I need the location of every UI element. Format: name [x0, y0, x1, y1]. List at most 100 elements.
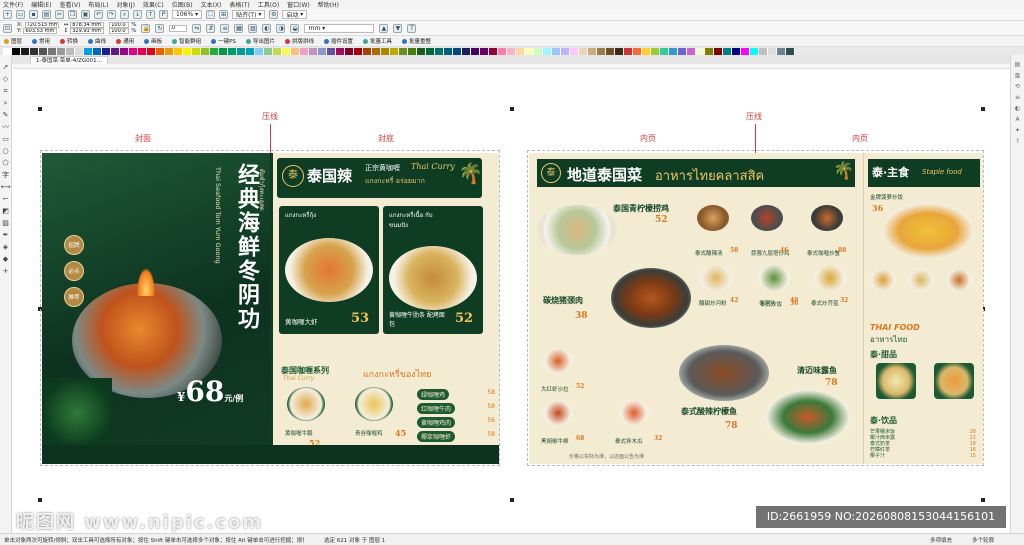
color-swatch[interactable]	[642, 47, 651, 55]
color-swatch[interactable]	[705, 47, 714, 55]
color-swatch[interactable]	[75, 47, 84, 55]
redo-icon[interactable]: ↷	[107, 10, 116, 19]
menu-layout[interactable]: 布局(L)	[88, 0, 108, 9]
transform-docker-icon[interactable]: ⟲	[1015, 83, 1020, 90]
left-spread[interactable]: 经典海鲜冬阴功 Thai Seafood Tom Yum Goong ต้มยำ…	[42, 153, 499, 464]
color-swatch[interactable]	[606, 47, 615, 55]
color-swatch[interactable]	[615, 47, 624, 55]
color-swatch[interactable]	[174, 47, 183, 55]
color-swatch[interactable]	[129, 47, 138, 55]
color-swatch[interactable]	[660, 47, 669, 55]
color-swatch[interactable]	[498, 47, 507, 55]
color-swatch[interactable]	[57, 47, 66, 55]
color-swatch[interactable]	[390, 47, 399, 55]
plugin-artboard[interactable]: 画板	[144, 37, 162, 45]
connector-tool-icon[interactable]: ⌐	[3, 195, 9, 203]
color-swatch[interactable]	[336, 47, 345, 55]
color-swatch[interactable]	[588, 47, 597, 55]
color-swatch[interactable]	[444, 47, 453, 55]
text-tool-icon[interactable]: 字	[2, 171, 9, 179]
menu-effects[interactable]: 效果(C)	[143, 0, 164, 9]
zoom-level-select[interactable]: 106% ▾	[172, 10, 203, 19]
color-swatch[interactable]	[552, 47, 561, 55]
color-swatch[interactable]	[264, 47, 273, 55]
color-swatch[interactable]	[291, 47, 300, 55]
color-swatch[interactable]	[624, 47, 633, 55]
plugin-smart-group[interactable]: 智能群组	[172, 37, 201, 45]
plugin-curve[interactable]: 曲线	[88, 37, 106, 45]
color-swatch[interactable]	[597, 47, 606, 55]
color-swatch[interactable]	[147, 47, 156, 55]
menu-table[interactable]: 表格(T)	[229, 0, 249, 9]
color-swatch[interactable]	[354, 47, 363, 55]
ellipse-tool-icon[interactable]: ○	[2, 147, 8, 155]
color-swatch[interactable]	[714, 47, 723, 55]
height-input[interactable]	[70, 28, 105, 34]
search-icon[interactable]: ⌕	[120, 10, 129, 19]
plugin-imposition[interactable]: 拼版拼线	[284, 37, 314, 45]
group-icon[interactable]: ▦	[234, 23, 244, 33]
plugin-common[interactable]: 常用	[32, 37, 50, 45]
properties-docker-icon[interactable]: ▤	[1015, 61, 1021, 68]
color-swatch[interactable]	[507, 47, 516, 55]
color-swatch[interactable]	[12, 47, 21, 55]
color-swatch[interactable]	[453, 47, 462, 55]
selection-handle-tl[interactable]	[38, 107, 42, 111]
color-swatch[interactable]	[687, 47, 696, 55]
color-swatch[interactable]	[318, 47, 327, 55]
outline-width-select[interactable]: mm ▾	[304, 23, 375, 33]
color-swatch[interactable]	[777, 47, 786, 55]
export-icon[interactable]: ↑	[146, 10, 155, 19]
ungroup-icon[interactable]: ▧	[248, 23, 258, 33]
add-tool-icon[interactable]: +	[3, 267, 9, 275]
color-swatch[interactable]	[525, 47, 534, 55]
color-swatch[interactable]	[480, 47, 489, 55]
color-swatch[interactable]	[723, 47, 732, 55]
color-swatch[interactable]	[768, 47, 777, 55]
publish-pdf-icon[interactable]: P	[159, 10, 168, 19]
full-screen-icon[interactable]: ⛶	[206, 10, 216, 19]
menu-text[interactable]: 文本(X)	[201, 0, 222, 9]
color-swatch[interactable]	[408, 47, 417, 55]
color-swatch[interactable]	[192, 47, 201, 55]
weld-icon[interactable]: ◐	[262, 23, 272, 33]
parallel-dimension-icon[interactable]: ⟷	[0, 183, 10, 191]
rulers-icon[interactable]: ⊞	[219, 10, 229, 19]
color-swatch[interactable]	[102, 47, 111, 55]
crop-tool-icon[interactable]: ⌗	[4, 87, 8, 95]
color-swatch[interactable]	[246, 47, 255, 55]
snap-to-select[interactable]: 贴齐(T) ▾	[232, 10, 266, 19]
selection-handle-bl[interactable]	[38, 498, 42, 502]
color-swatch[interactable]	[30, 47, 39, 55]
paste-icon[interactable]: ▣	[81, 10, 90, 19]
to-front-icon[interactable]: ▲	[379, 23, 389, 33]
menu-edit[interactable]: 编辑(E)	[31, 0, 51, 9]
menu-bitmap[interactable]: 位图(B)	[172, 0, 193, 9]
menu-help[interactable]: 帮助(H)	[318, 0, 339, 9]
copy-icon[interactable]: ❐	[68, 10, 77, 19]
plugin-batch-tools[interactable]: 批量工具	[362, 37, 392, 45]
right-spread[interactable]: 泰 地道泰国菜 อาหารไทยคลาสสิค 🌴 泰国青柠檬捞鸡 52 泰式酸…	[529, 153, 983, 464]
undo-icon[interactable]: ↶	[94, 10, 103, 19]
eyedropper-icon[interactable]: ✒	[3, 231, 9, 239]
color-swatch[interactable]	[561, 47, 570, 55]
wrap-text-icon[interactable]: T	[407, 23, 417, 33]
options-gear-icon[interactable]: ⚙	[269, 10, 279, 19]
freehand-tool-icon[interactable]: ✎	[3, 111, 9, 119]
color-swatch[interactable]	[579, 47, 588, 55]
new-document-icon[interactable]: +	[3, 10, 12, 19]
color-swatch[interactable]	[435, 47, 444, 55]
align-icon[interactable]: ≡	[220, 23, 230, 33]
plugin-batch-reorganize[interactable]: 批量重整	[401, 37, 431, 45]
color-swatch[interactable]	[759, 47, 768, 55]
plugin-general[interactable]: 通用	[116, 37, 134, 45]
plugin-export-image[interactable]: 导出图片	[245, 37, 275, 45]
color-docker-icon[interactable]: ◐	[1015, 105, 1020, 112]
shadow-tool-icon[interactable]: ◩	[2, 207, 9, 215]
selection-handle-tm[interactable]	[510, 107, 514, 111]
color-swatch[interactable]	[66, 47, 75, 55]
color-swatch[interactable]	[489, 47, 498, 55]
color-swatch[interactable]	[471, 47, 480, 55]
selection-handle-br[interactable]	[981, 498, 985, 502]
curry-card-1[interactable]: แกงกะหรี่กุ้ง 黄咖喱大虾 53	[279, 206, 379, 334]
